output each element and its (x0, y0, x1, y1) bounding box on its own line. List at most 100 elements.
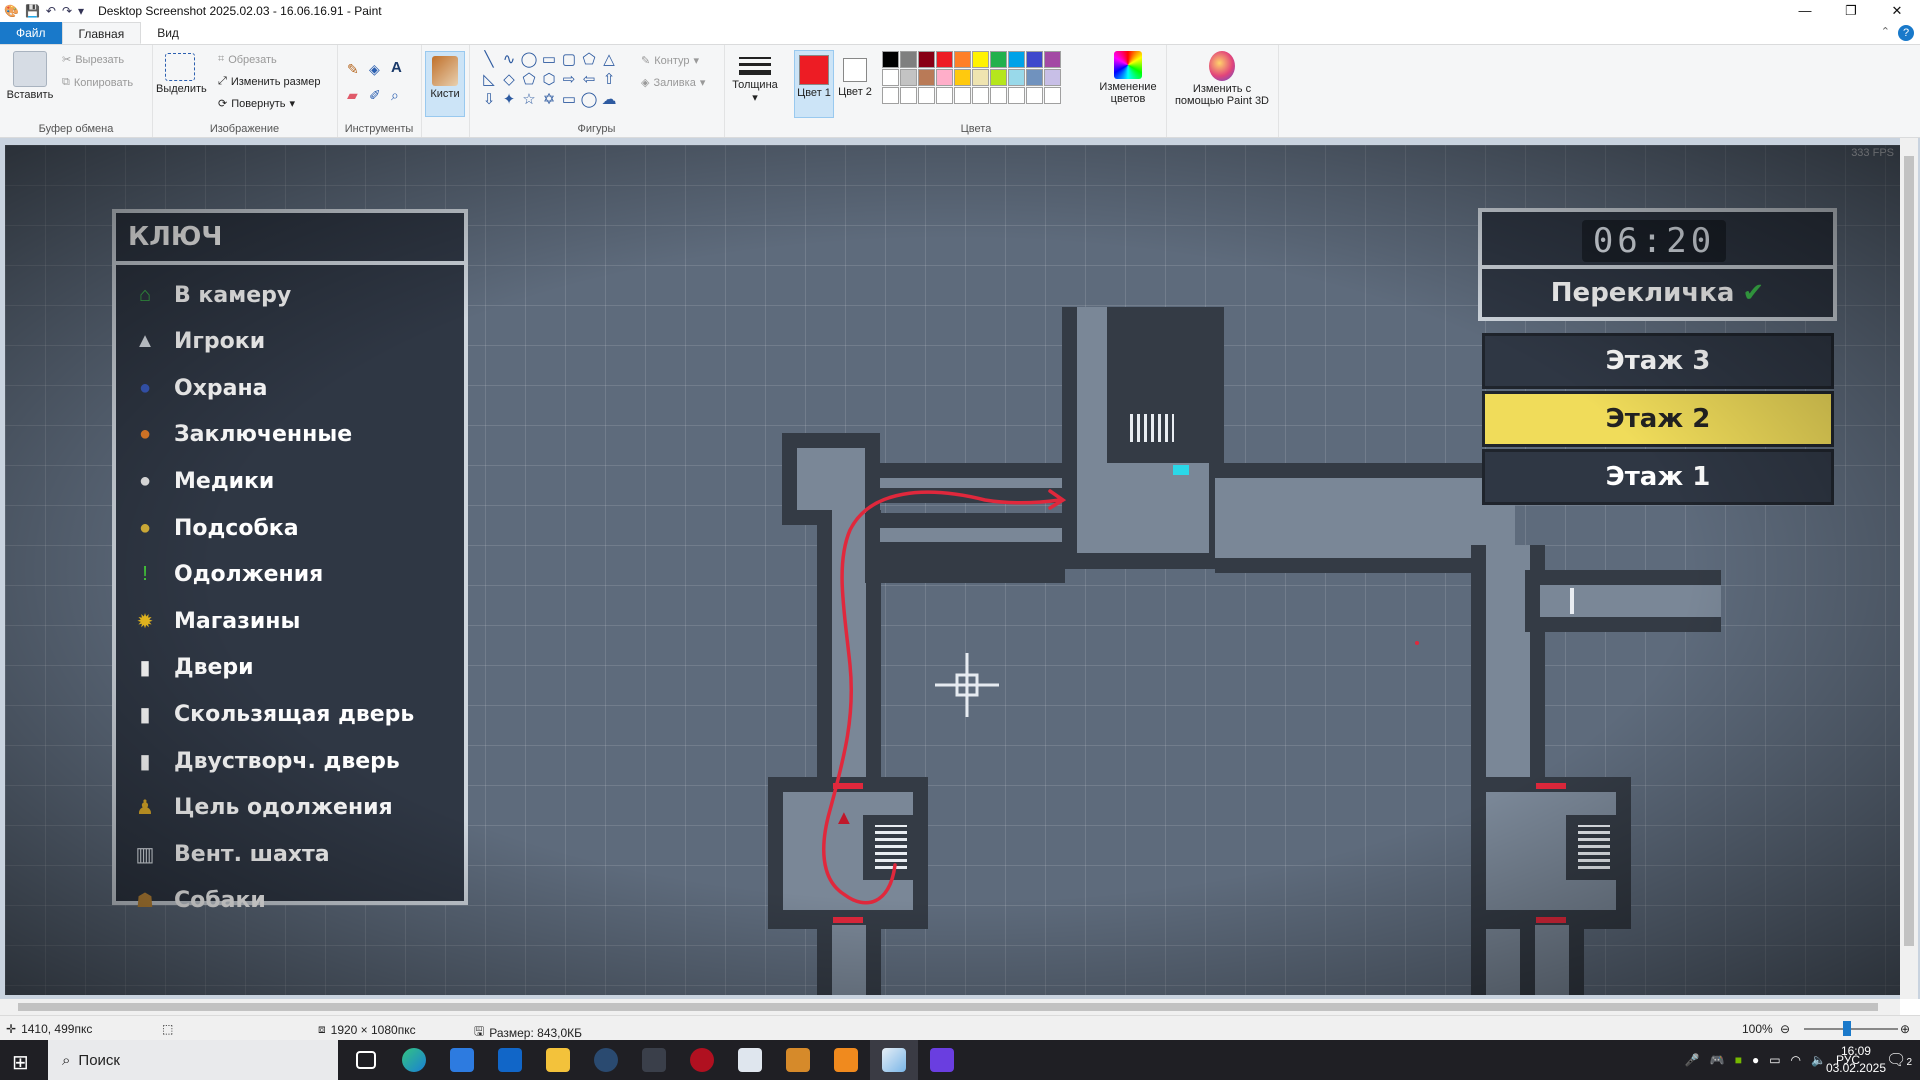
task-view-icon[interactable] (342, 1040, 390, 1080)
text-tool-icon[interactable]: A (391, 59, 402, 76)
palette-swatch[interactable] (1008, 69, 1025, 86)
palette-swatch[interactable] (1008, 51, 1025, 68)
crop-button[interactable]: ⌗ Обрезать (218, 53, 277, 66)
callout-oval-shape-icon[interactable]: ◯ (579, 91, 599, 109)
paint-taskbar-icon[interactable] (870, 1040, 918, 1080)
palette-swatch[interactable] (918, 51, 935, 68)
nvidia-icon[interactable]: ■ (1735, 1053, 1742, 1067)
windows-start-icon[interactable]: ⊞ (12, 1050, 29, 1075)
six-star-shape-icon[interactable]: ✡ (539, 91, 559, 109)
palette-swatch[interactable] (918, 69, 935, 86)
color1-button[interactable]: Цвет 1 (794, 50, 834, 118)
five-star-shape-icon[interactable]: ☆ (519, 91, 539, 109)
zoom-slider-thumb[interactable] (1843, 1021, 1851, 1036)
customize-qat-icon[interactable]: ▾ (78, 4, 84, 18)
collapse-ribbon-icon[interactable]: ⌃ (1881, 25, 1890, 38)
palette-swatch[interactable] (936, 69, 953, 86)
diamond-shape-icon[interactable]: ◇ (499, 71, 519, 89)
paint3d-button[interactable]: Изменить с помощью Paint 3D (1170, 51, 1274, 107)
magnifier-icon[interactable]: ⌕ (391, 87, 399, 104)
fill-bucket-icon[interactable]: ◈ (369, 61, 380, 78)
four-star-shape-icon[interactable]: ✦ (499, 91, 519, 109)
file-explorer-icon[interactable] (534, 1040, 582, 1080)
hexagon-shape-icon[interactable]: ⬡ (539, 71, 559, 89)
zoom-out-icon[interactable]: ⊖ (1780, 1022, 1790, 1036)
help-icon[interactable]: ? (1898, 25, 1914, 41)
gamepad-icon[interactable]: 🎮 (1710, 1053, 1725, 1067)
floor-3-button[interactable]: Этаж 3 (1482, 333, 1834, 389)
edit-colors-button[interactable]: Изменение цветов (1096, 51, 1160, 105)
palette-swatch[interactable] (900, 87, 917, 104)
vertical-scroll-thumb[interactable] (1904, 156, 1914, 946)
tab-file[interactable]: Файл (0, 22, 62, 44)
palette-swatch[interactable] (954, 87, 971, 104)
red-app-icon[interactable] (678, 1040, 726, 1080)
copy-button[interactable]: ⧉ Копировать (62, 76, 133, 89)
palette-swatch[interactable] (918, 87, 935, 104)
resize-button[interactable]: ⤢ Изменить размер (218, 75, 320, 88)
undo-icon[interactable]: ↶ (46, 4, 56, 18)
line-shape-icon[interactable]: ╲ (479, 51, 499, 69)
game-app-icon[interactable] (774, 1040, 822, 1080)
save-icon[interactable]: 💾 (25, 4, 40, 18)
palette-swatch[interactable] (1026, 51, 1043, 68)
close-button[interactable]: ✕ (1874, 0, 1920, 22)
paste-button[interactable]: Вставить (4, 51, 56, 101)
outlook-icon[interactable] (486, 1040, 534, 1080)
maximize-button[interactable]: ❐ (1828, 0, 1874, 22)
davinci-resolve-icon[interactable] (630, 1040, 678, 1080)
palette-swatch[interactable] (936, 51, 953, 68)
store-icon[interactable] (438, 1040, 486, 1080)
microphone-icon[interactable]: 🎤 (1685, 1053, 1700, 1067)
triangle-shape-icon[interactable]: △ (599, 51, 619, 69)
rectangle-shape-icon[interactable]: ▭ (539, 51, 559, 69)
steam-tray-icon[interactable]: ● (1752, 1053, 1759, 1067)
palette-swatch[interactable] (972, 69, 989, 86)
oval-shape-icon[interactable]: ◯ (519, 51, 539, 69)
color-picker-icon[interactable]: ✐ (369, 87, 381, 104)
curve-shape-icon[interactable]: ∿ (499, 51, 519, 69)
palette-swatch[interactable] (1026, 87, 1043, 104)
zoom-slider[interactable] (1804, 1028, 1898, 1030)
taskbar-search-box[interactable]: ⌕ Поиск (48, 1040, 338, 1080)
floor-1-button[interactable]: Этаж 1 (1482, 449, 1834, 505)
palette-swatch[interactable] (1026, 69, 1043, 86)
callout-rect-shape-icon[interactable]: ▭ (559, 91, 579, 109)
outline-button[interactable]: ✎ Контур ▾ (641, 54, 699, 68)
palette-swatch[interactable] (954, 51, 971, 68)
palette-swatch[interactable] (972, 87, 989, 104)
callout-cloud-shape-icon[interactable]: ☁ (599, 91, 619, 109)
brushes-button[interactable]: Кисти (425, 51, 465, 117)
wifi-icon[interactable]: ◠ (1791, 1053, 1801, 1067)
right-arrow-shape-icon[interactable]: ⇨ (559, 71, 579, 89)
palette-swatch[interactable] (900, 69, 917, 86)
fill-button[interactable]: ◈ Заливка ▾ (641, 76, 705, 90)
palette-swatch[interactable] (882, 69, 899, 86)
palette-swatch[interactable] (1044, 69, 1061, 86)
horizontal-scroll-thumb[interactable] (18, 1003, 1878, 1011)
edge-icon[interactable] (390, 1040, 438, 1080)
battery-icon[interactable]: ▭ (1769, 1053, 1780, 1067)
palette-swatch[interactable] (990, 69, 1007, 86)
size-button[interactable]: Толщина ▾ (730, 53, 780, 104)
palette-swatch[interactable] (900, 51, 917, 68)
polygon-shape-icon[interactable]: ⬠ (579, 51, 599, 69)
tab-home[interactable]: Главная (61, 22, 142, 44)
floor-2-button[interactable]: Этаж 2 (1482, 391, 1834, 447)
cut-button[interactable]: ✂ Вырезать (62, 53, 124, 67)
rounded-rect-shape-icon[interactable]: ▢ (559, 51, 579, 69)
up-arrow-shape-icon[interactable]: ⇧ (599, 71, 619, 89)
volume-icon[interactable]: 🔈 (1811, 1053, 1826, 1067)
zoom-in-icon[interactable]: ⊕ (1900, 1022, 1910, 1036)
notifications-icon[interactable]: 🗨2 (1886, 1050, 1912, 1070)
tab-view[interactable]: Вид (141, 22, 195, 44)
down-arrow-shape-icon[interactable]: ⇩ (479, 91, 499, 109)
palette-swatch[interactable] (1044, 87, 1061, 104)
redo-icon[interactable]: ↷ (62, 4, 72, 18)
palette-swatch[interactable] (972, 51, 989, 68)
steam-icon[interactable] (582, 1040, 630, 1080)
rotate-button[interactable]: ⟳ Повернуть ▾ (218, 97, 295, 111)
canvas-image[interactable]: ▲ КЛЮЧ ⌂ В камеру ▲ Игроки ● Охрана ● Заключенн… (5, 145, 1900, 995)
palette-swatch[interactable] (882, 51, 899, 68)
minimize-button[interactable]: — (1782, 0, 1828, 22)
